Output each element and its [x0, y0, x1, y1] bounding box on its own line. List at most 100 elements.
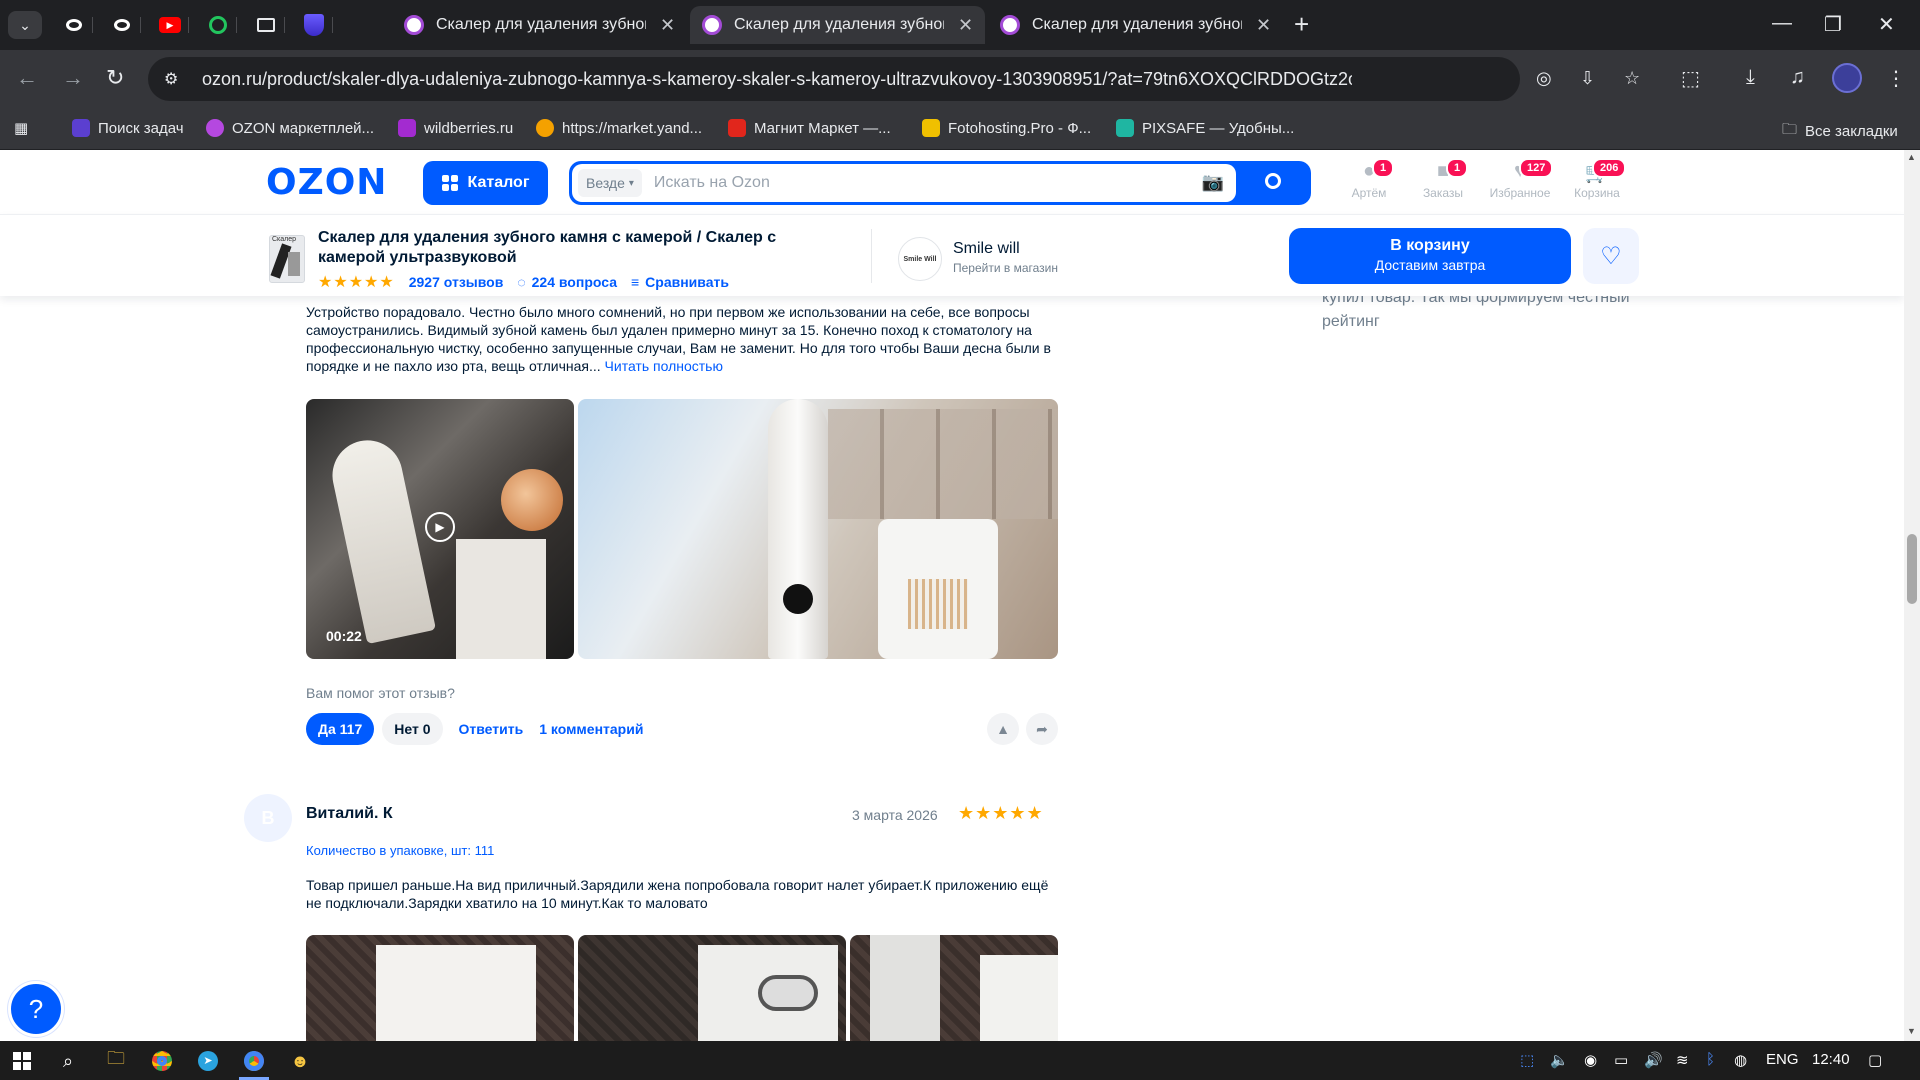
seller-name[interactable]: Smile will: [953, 240, 1020, 258]
report-icon[interactable]: ▲: [987, 713, 1019, 745]
circle-icon: [209, 16, 227, 34]
search-icon[interactable]: ⌕: [56, 1049, 80, 1073]
notifications-icon[interactable]: ▢: [1868, 1051, 1882, 1069]
reply-link[interactable]: Ответить: [459, 721, 524, 737]
back-arrow-icon[interactable]: ←: [16, 65, 38, 91]
comments-link[interactable]: 1 комментарий: [539, 721, 643, 737]
site-settings-icon[interactable]: ⚙: [164, 69, 190, 89]
compare-link[interactable]: ≡ Сравнивать: [631, 274, 729, 290]
review-variant-link[interactable]: Количество в упаковке, шт: 111: [306, 843, 494, 858]
review-photo[interactable]: [578, 935, 846, 1041]
address-bar[interactable]: ⚙ ozon.ru/product/skaler-dlya-udaleniya-…: [148, 57, 1640, 101]
tab-1[interactable]: Скалер для удаления зубного ✕: [392, 6, 687, 44]
bookmark-item[interactable]: wildberries.ru: [398, 119, 513, 137]
install-app-icon[interactable]: ⇩: [1580, 68, 1595, 89]
read-more-link[interactable]: Читать полностью: [605, 358, 723, 374]
restore-icon[interactable]: ❐: [1824, 12, 1842, 37]
bookmark-item[interactable]: OZON маркетплей...: [206, 119, 374, 137]
header-cart[interactable]: 🛒 206 Корзина: [1562, 158, 1632, 200]
questions-link[interactable]: ◌ 224 вопроса: [517, 274, 617, 290]
camera-icon[interactable]: 📷: [1202, 172, 1224, 193]
pinned-tab-u[interactable]: [300, 12, 328, 38]
search-input[interactable]: [653, 174, 1194, 192]
forward-arrow-icon[interactable]: →: [62, 65, 84, 91]
chrome-icon[interactable]: [150, 1049, 174, 1073]
file-explorer-icon[interactable]: 🗀: [104, 1048, 128, 1073]
bookmark-item[interactable]: Магнит Маркет —...: [728, 119, 891, 137]
scrollbar-thumb[interactable]: [1907, 534, 1917, 604]
search-button[interactable]: [1239, 161, 1311, 205]
profile-avatar[interactable]: [1832, 63, 1862, 93]
minimize-icon[interactable]: —: [1772, 12, 1792, 35]
reviews-link[interactable]: 2927 отзывов: [409, 274, 504, 290]
close-icon[interactable]: ✕: [660, 15, 675, 36]
bookmark-item[interactable]: Поиск задач: [72, 119, 184, 137]
header-orders[interactable]: ■ 1 Заказы: [1408, 158, 1478, 200]
add-to-favorites-button[interactable]: ♡: [1583, 228, 1639, 284]
cart-button-label: В корзину: [1390, 237, 1470, 254]
media-control-icon[interactable]: ♫: [1790, 66, 1805, 89]
page-scrollbar[interactable]: ▲ ▼: [1904, 150, 1920, 1041]
all-bookmarks-folder[interactable]: 🗀 Все закладки: [1782, 119, 1898, 144]
share-icon[interactable]: ➦: [1026, 713, 1058, 745]
tab-3[interactable]: Скалер для удаления зубного ✕: [988, 6, 1283, 44]
more-menu-icon[interactable]: ⋮: [1886, 66, 1906, 91]
reload-icon[interactable]: ↻: [106, 65, 124, 91]
tracking-off-icon[interactable]: ◎: [1536, 68, 1552, 89]
add-to-cart-button[interactable]: В корзину Доставим завтра: [1289, 228, 1571, 284]
helpful-yes-button[interactable]: Да 117: [306, 713, 375, 745]
scroll-down-icon[interactable]: ▼: [1907, 1026, 1916, 1036]
speaker-icon[interactable]: 🔈: [1550, 1051, 1569, 1069]
clock[interactable]: 12:40: [1812, 1051, 1850, 1068]
helpful-no-button[interactable]: Нет 0: [382, 713, 443, 745]
chrome-tray-icon[interactable]: ◍: [1734, 1051, 1747, 1069]
chrome-active-icon[interactable]: [242, 1049, 266, 1073]
url-text[interactable]: ozon.ru/product/skaler-dlya-udaleniya-zu…: [202, 69, 1352, 90]
ring-icon: [66, 19, 82, 31]
bluetooth-icon[interactable]: ᛒ: [1706, 1051, 1715, 1068]
review-video[interactable]: ▶ 00:22: [306, 399, 574, 659]
snip-icon[interactable]: ⬚: [1520, 1051, 1534, 1069]
steam-icon[interactable]: ◉: [1584, 1051, 1597, 1069]
pinned-tab-green[interactable]: [204, 12, 232, 38]
review-photo[interactable]: [850, 935, 1058, 1041]
app-icon[interactable]: ☻: [288, 1049, 312, 1073]
product-thumbnail[interactable]: Скалер: [269, 235, 305, 283]
header-profile[interactable]: ● 1 Артём: [1334, 158, 1404, 200]
header-favorites[interactable]: ♥ 127 Избранное: [1485, 158, 1555, 200]
pinned-tab-reader[interactable]: [252, 12, 280, 38]
volume-icon[interactable]: 🔊: [1644, 1051, 1663, 1069]
seller-logo[interactable]: Smile Will: [898, 237, 942, 281]
play-icon[interactable]: ▶: [425, 512, 455, 542]
tab-2[interactable]: Скалер для удаления зубного ✕: [690, 6, 986, 44]
close-window-icon[interactable]: ✕: [1878, 12, 1895, 37]
telegram-icon[interactable]: ➤: [196, 1049, 220, 1073]
scroll-up-icon[interactable]: ▲: [1907, 152, 1916, 162]
extensions-icon[interactable]: ⬚: [1681, 66, 1700, 91]
review-photo[interactable]: [306, 935, 574, 1041]
bookmark-item[interactable]: PIXSAFE — Удобны...: [1116, 119, 1294, 137]
bookmark-item[interactable]: Fotohosting.Pro - Ф...: [922, 119, 1091, 137]
close-icon[interactable]: ✕: [1256, 15, 1271, 36]
ozon-logo[interactable]: OZON: [266, 162, 387, 203]
windows-start-icon[interactable]: [10, 1049, 34, 1073]
search-scope-select[interactable]: Везде ▾: [578, 169, 642, 197]
wifi-icon[interactable]: ≋: [1676, 1051, 1689, 1069]
seller-store-link[interactable]: Перейти в магазин: [953, 261, 1058, 275]
pinned-tab-2[interactable]: [108, 12, 136, 38]
new-tab-button[interactable]: +: [1294, 10, 1309, 38]
help-button[interactable]: ?: [8, 981, 64, 1037]
bookmark-item[interactable]: https://market.yand...: [536, 119, 702, 137]
pinned-tab-1[interactable]: [60, 12, 88, 38]
pinned-tab-youtube[interactable]: ▶: [156, 12, 184, 38]
review-photo[interactable]: [578, 399, 1058, 659]
downloads-icon[interactable]: ⤓: [1746, 66, 1755, 89]
language-indicator[interactable]: ENG: [1766, 1051, 1799, 1068]
tab-search-button[interactable]: ⌄: [8, 11, 42, 39]
catalog-button[interactable]: Каталог: [423, 161, 548, 205]
star-icon[interactable]: ☆: [1624, 68, 1640, 89]
close-icon[interactable]: ✕: [958, 15, 973, 36]
bookmark-label: Fotohosting.Pro - Ф...: [948, 119, 1092, 137]
battery-icon[interactable]: ▭: [1614, 1051, 1628, 1069]
apps-grid-icon[interactable]: ▦: [14, 119, 28, 137]
